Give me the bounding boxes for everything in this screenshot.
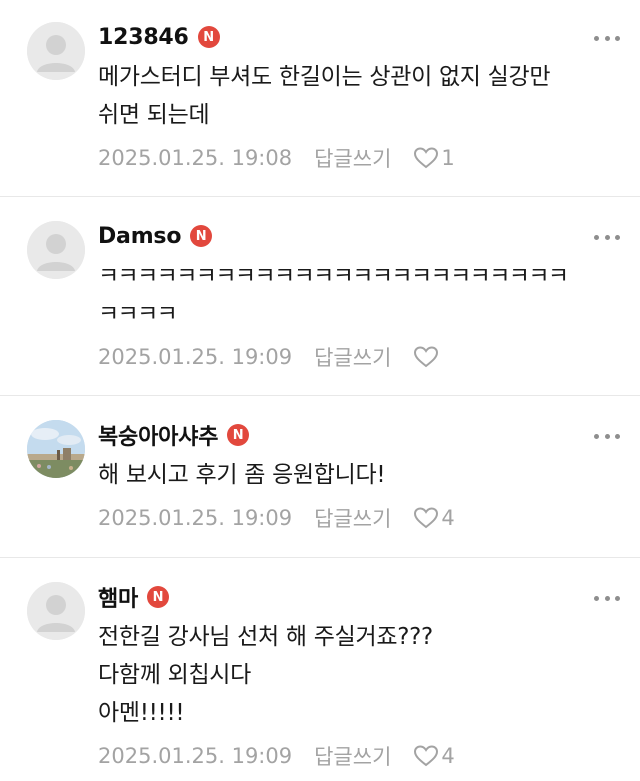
comment-header: 복숭아아샤추 N	[98, 420, 620, 450]
more-icon[interactable]	[594, 33, 620, 43]
like-count: 4	[441, 506, 455, 530]
comment-line: 전한길 강사님 선처 해 주실거죠???	[98, 624, 433, 650]
default-avatar-icon[interactable]	[27, 221, 85, 279]
comment-header: Damso N	[98, 221, 620, 251]
like-count: 4	[441, 744, 455, 768]
like-button[interactable]	[413, 345, 441, 369]
comment-meta: 2025.01.25. 19:09 답글쓰기	[98, 337, 620, 377]
heart-icon	[414, 507, 439, 529]
default-avatar-icon[interactable]	[27, 582, 85, 640]
comment-item: Damso N ㅋㅋㅋㅋㅋㅋㅋㅋㅋㅋㅋㅋㅋㅋㅋㅋㅋㅋㅋㅋㅋㅋㅋㅋ ㅋㅋㅋㅋ 20…	[0, 197, 640, 396]
comment-text: 전한길 강사님 선처 해 주실거죠??? 다함께 외칩시다 아멘!!!!!	[98, 618, 620, 732]
timestamp: 2025.01.25. 19:08	[98, 146, 293, 170]
comment-item: 복숭아아샤추 N 해 보시고 후기 좀 응원합니다! 2025.01.25. 1…	[0, 396, 640, 558]
new-badge: N	[227, 424, 250, 446]
more-icon[interactable]	[594, 593, 620, 603]
comment-item: 햄마 N 전한길 강사님 선처 해 주실거죠??? 다함께 외칩시다 아멘!!!…	[0, 558, 640, 781]
more-icon[interactable]	[594, 431, 620, 441]
comment-text: 메가스터디 부셔도 한길이는 상관이 없지 실강만 쉬면 되는데	[98, 58, 620, 134]
comment-header: 123846 N	[98, 22, 620, 52]
timestamp: 2025.01.25. 19:09	[98, 506, 293, 530]
comment-item: 123846 N 메가스터디 부셔도 한길이는 상관이 없지 실강만 쉬면 되는…	[0, 0, 640, 197]
timestamp: 2025.01.25. 19:09	[98, 744, 293, 768]
like-button[interactable]: 1	[413, 146, 455, 170]
like-button[interactable]: 4	[413, 506, 455, 530]
new-badge: N	[197, 26, 220, 48]
username[interactable]: 복숭아아샤추	[98, 419, 218, 451]
reply-button[interactable]: 답글쓰기	[314, 143, 391, 173]
comment-meta: 2025.01.25. 19:09 답글쓰기 4	[98, 498, 620, 538]
photo-avatar-icon[interactable]	[27, 420, 85, 478]
comment-line: 아멘!!!!!	[98, 700, 185, 726]
comment-text: 해 보시고 후기 좀 응원합니다!	[98, 456, 620, 494]
heart-icon	[414, 147, 439, 169]
more-icon[interactable]	[594, 232, 620, 242]
like-count: 1	[441, 146, 455, 170]
comment-line: 쉬면 되는데	[98, 102, 210, 128]
reply-button[interactable]: 답글쓰기	[314, 342, 391, 372]
username[interactable]: 123846	[98, 25, 189, 50]
comment-header: 햄마 N	[98, 582, 620, 612]
new-badge: N	[190, 225, 213, 247]
reply-button[interactable]: 답글쓰기	[314, 503, 391, 533]
comment-line: 다함께 외칩시다	[98, 662, 252, 688]
comment-meta: 2025.01.25. 19:08 답글쓰기 1	[98, 138, 620, 178]
comment-text: ㅋㅋㅋㅋㅋㅋㅋㅋㅋㅋㅋㅋㅋㅋㅋㅋㅋㅋㅋㅋㅋㅋㅋㅋ ㅋㅋㅋㅋ	[98, 257, 620, 333]
heart-icon	[414, 346, 439, 368]
comment-line: 해 보시고 후기 좀 응원합니다!	[98, 462, 386, 488]
username[interactable]: Damso	[98, 224, 181, 249]
new-badge: N	[147, 586, 170, 608]
comment-line: ㅋㅋㅋㅋㅋㅋㅋㅋㅋㅋㅋㅋㅋㅋㅋㅋㅋㅋㅋㅋㅋㅋㅋㅋ	[98, 263, 569, 289]
comment-line: ㅋㅋㅋㅋ	[98, 301, 178, 327]
comment-line: 메가스터디 부셔도 한길이는 상관이 없지 실강만	[98, 64, 551, 90]
comment-meta: 2025.01.25. 19:09 답글쓰기 4	[98, 736, 620, 776]
default-avatar-icon[interactable]	[27, 22, 85, 80]
like-button[interactable]: 4	[413, 744, 455, 768]
heart-icon	[414, 745, 439, 767]
timestamp: 2025.01.25. 19:09	[98, 345, 293, 369]
username[interactable]: 햄마	[98, 581, 138, 613]
reply-button[interactable]: 답글쓰기	[314, 741, 391, 771]
